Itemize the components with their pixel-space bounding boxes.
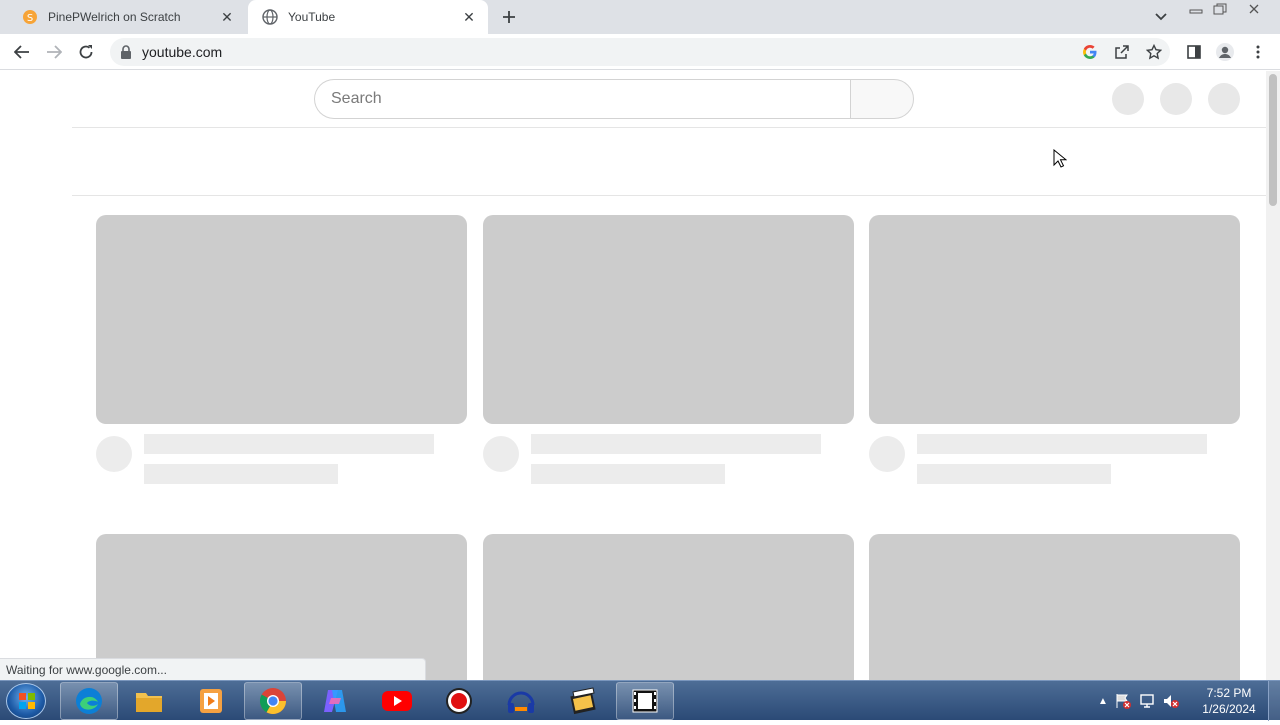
search-input[interactable] <box>331 88 831 110</box>
menu-kebab-icon[interactable] <box>1248 42 1268 62</box>
header-placeholder-icon[interactable] <box>1160 83 1192 115</box>
close-tab-icon[interactable]: ✕ <box>460 8 478 26</box>
meta-placeholder <box>917 464 1111 484</box>
tab-search-chevron-icon[interactable] <box>1150 6 1172 28</box>
svg-text:S: S <box>27 13 33 24</box>
lock-icon <box>121 45 131 59</box>
volume-muted-icon[interactable] <box>1162 692 1180 710</box>
new-tab-icon[interactable] <box>498 6 520 28</box>
forward-icon[interactable] <box>44 42 64 62</box>
media-player-icon[interactable] <box>182 682 240 720</box>
google-icon[interactable] <box>1080 42 1100 62</box>
chrome-icon[interactable] <box>244 682 302 720</box>
header-placeholder-icon[interactable] <box>1112 83 1144 115</box>
address-bar[interactable]: youtube.com <box>110 38 1170 66</box>
back-icon[interactable] <box>12 42 32 62</box>
tab-youtube[interactable]: YouTube ✕ <box>248 0 488 34</box>
video-thumbnail-placeholder[interactable] <box>483 534 854 680</box>
tab-scratch[interactable]: S PinePWelrich on Scratch ✕ <box>8 0 246 34</box>
system-tray: ▲ <box>1098 689 1180 713</box>
minimize-icon[interactable] <box>1184 0 1208 18</box>
page-scrollbar[interactable] <box>1266 71 1280 680</box>
start-orb-icon[interactable] <box>6 683 46 719</box>
video-thumbnail-placeholder[interactable] <box>96 215 467 424</box>
title-placeholder <box>144 434 434 454</box>
channel-avatar-placeholder <box>96 436 132 472</box>
search-button[interactable] <box>850 79 914 119</box>
youtube-icon[interactable] <box>368 682 426 720</box>
taskbar-clock[interactable]: 7:52 PM 1/26/2024 <box>1192 685 1266 717</box>
windows-taskbar: ▲ 7:52 PM 1/26/2024 <box>0 680 1280 721</box>
mouse-cursor-icon <box>1053 149 1067 168</box>
headphones-icon[interactable] <box>492 682 550 720</box>
youtube-page <box>0 71 1266 680</box>
tray-expand-icon[interactable]: ▲ <box>1098 696 1108 707</box>
profile-icon[interactable] <box>1215 42 1235 62</box>
reload-icon[interactable] <box>76 42 96 62</box>
copilot-icon[interactable] <box>306 682 364 720</box>
meta-placeholder <box>531 464 725 484</box>
video-thumbnail-placeholder[interactable] <box>869 215 1240 424</box>
tab-title: YouTube <box>288 10 336 24</box>
movie-maker-icon[interactable] <box>554 682 612 720</box>
scrollbar-thumb[interactable] <box>1269 74 1277 206</box>
address-text: youtube.com <box>142 44 223 60</box>
action-center-flag-icon[interactable] <box>1114 692 1132 710</box>
network-icon[interactable] <box>1138 692 1156 710</box>
chips-divider <box>72 195 1266 196</box>
close-tab-icon[interactable]: ✕ <box>218 8 236 26</box>
record-icon[interactable] <box>430 682 488 720</box>
title-placeholder <box>531 434 821 454</box>
share-icon[interactable] <box>1112 42 1132 62</box>
title-placeholder <box>917 434 1207 454</box>
tab-strip: S PinePWelrich on Scratch ✕ YouTube ✕ <box>0 0 1280 34</box>
side-panel-icon[interactable] <box>1184 42 1204 62</box>
search-box[interactable] <box>314 79 851 119</box>
edge-icon[interactable] <box>60 682 118 720</box>
meta-placeholder <box>144 464 338 484</box>
header-divider <box>72 127 1266 128</box>
video-thumbnail-placeholder[interactable] <box>483 215 854 424</box>
clock-date: 1/26/2024 <box>1202 702 1256 716</box>
tab-title: PinePWelrich on Scratch <box>48 10 181 24</box>
file-explorer-icon[interactable] <box>120 682 178 720</box>
show-desktop-button[interactable] <box>1268 681 1280 721</box>
status-bubble: Waiting for www.google.com... <box>0 658 426 680</box>
film-icon[interactable] <box>616 682 674 720</box>
browser-toolbar: youtube.com <box>0 34 1280 70</box>
channel-avatar-placeholder <box>869 436 905 472</box>
close-window-icon[interactable] <box>1242 0 1266 18</box>
bookmark-star-icon[interactable] <box>1144 42 1164 62</box>
channel-avatar-placeholder <box>483 436 519 472</box>
scratch-icon: S <box>23 10 37 24</box>
clock-time: 7:52 PM <box>1206 686 1252 700</box>
header-placeholder-icon[interactable] <box>1208 83 1240 115</box>
globe-icon <box>262 9 278 25</box>
restore-icon[interactable] <box>1208 0 1232 18</box>
video-thumbnail-placeholder[interactable] <box>869 534 1240 680</box>
